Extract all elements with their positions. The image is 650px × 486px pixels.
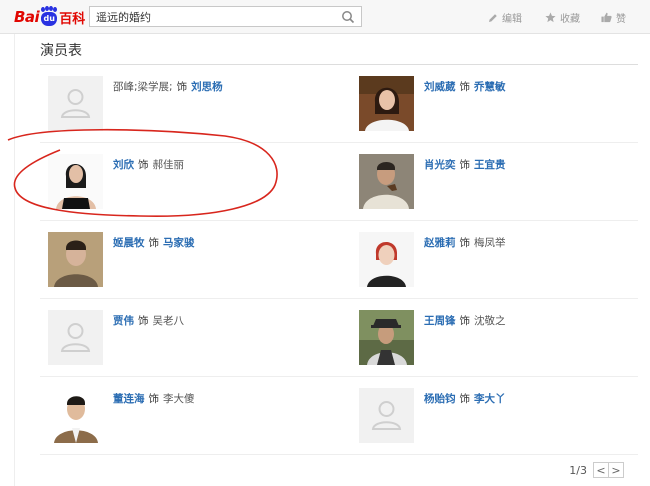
actor-photo[interactable]: [48, 232, 103, 287]
avatar-placeholder-icon[interactable]: [48, 310, 103, 365]
character-name[interactable]: 李大丫: [474, 393, 506, 405]
cast-member: 邵峰;梁学展; 饰刘思杨: [48, 76, 338, 152]
actor-name[interactable]: 刘威葳: [424, 81, 456, 93]
role-separator: 饰: [459, 159, 471, 171]
logo-du-text: du: [41, 12, 58, 26]
character-name: 沈敬之: [474, 315, 506, 327]
actor-name[interactable]: 王周锋: [424, 315, 456, 327]
role-separator: 饰: [459, 315, 471, 327]
character-name[interactable]: 王宜贵: [474, 159, 506, 171]
actor-photo[interactable]: [48, 154, 103, 209]
character-name: 吴老八: [152, 315, 185, 327]
avatar-placeholder-icon[interactable]: [48, 76, 103, 131]
role-separator: 饰: [459, 81, 471, 93]
role-separator: 饰: [148, 393, 160, 405]
cast-credit: 邵峰;梁学展; 饰刘思杨: [113, 79, 223, 94]
row-divider: [40, 298, 638, 299]
cast-credit: 刘欣饰郝佳丽: [113, 157, 184, 172]
actor-name[interactable]: 赵雅莉: [424, 237, 456, 249]
prev-page-button[interactable]: <: [593, 462, 609, 478]
cast-credit: 杨贻钧饰李大丫: [424, 391, 506, 406]
search-icon[interactable]: [341, 10, 355, 24]
actor-photo[interactable]: [359, 154, 414, 209]
cast-credit: 姬晨牧饰马家骏: [113, 235, 195, 250]
logo-baike-text: 百科: [59, 11, 86, 27]
pencil-icon: [489, 13, 497, 22]
top-bar: Bai du 百科 编辑 收藏 赞: [0, 0, 650, 34]
character-name[interactable]: 刘思杨: [191, 81, 223, 93]
role-separator: 饰: [176, 81, 188, 93]
cast-member: 杨贻钧饰李大丫: [359, 388, 649, 464]
like-button[interactable]: 赞: [601, 10, 626, 25]
baidu-baike-logo[interactable]: Bai du 百科: [14, 5, 85, 29]
row-divider: [40, 376, 638, 377]
actor-photo[interactable]: [48, 388, 103, 443]
actor-photo[interactable]: [359, 310, 414, 365]
favorite-button[interactable]: 收藏: [545, 10, 580, 25]
character-name: 梅凤举: [474, 237, 506, 249]
cast-member: 赵雅莉饰梅凤举: [359, 232, 649, 308]
logo-bai-text: Bai: [14, 8, 40, 26]
cast-section: 演员表 邵峰;梁学展; 饰刘思杨 刘威葳饰乔慧敏 刘欣饰郝佳丽 肖光奕饰王宜贵 姬晨牧饰马…: [14, 34, 638, 486]
role-separator: 饰: [148, 237, 160, 249]
actor-name: 邵峰;梁学展;: [113, 81, 173, 93]
role-separator: 饰: [138, 159, 149, 171]
actor-name[interactable]: 姬晨牧: [113, 237, 145, 249]
actor-name[interactable]: 刘欣: [113, 159, 134, 171]
section-title: 演员表: [40, 43, 82, 59]
title-divider: [40, 64, 638, 65]
cast-credit: 刘威葳饰乔慧敏: [424, 79, 506, 94]
cast-credit: 王周锋饰沈敬之: [424, 313, 506, 328]
cast-member: 姬晨牧饰马家骏: [48, 232, 338, 308]
role-separator: 饰: [459, 393, 471, 405]
row-divider: [40, 454, 638, 455]
cast-member: 刘威葳饰乔慧敏: [359, 76, 649, 152]
actor-name[interactable]: 杨贻钧: [424, 393, 456, 405]
cast-member: 肖光奕饰王宜贵: [359, 154, 649, 230]
search-box[interactable]: [89, 6, 362, 27]
like-label: 赞: [616, 14, 626, 25]
actor-photo[interactable]: [359, 76, 414, 131]
actor-name[interactable]: 董连海: [113, 393, 145, 405]
character-name[interactable]: 乔慧敏: [474, 81, 506, 93]
edit-label: 编辑: [502, 14, 522, 25]
cast-member: 王周锋饰沈敬之: [359, 310, 649, 386]
star-icon: [545, 12, 556, 23]
character-name: 郝佳丽: [152, 159, 185, 171]
favorite-label: 收藏: [560, 14, 580, 25]
cast-credit: 赵雅莉饰梅凤举: [424, 235, 506, 250]
cast-credit: 肖光奕饰王宜贵: [424, 157, 506, 172]
row-divider: [40, 142, 638, 143]
pagination: 1/3 < >: [569, 462, 624, 478]
edit-button[interactable]: 编辑: [488, 10, 522, 25]
row-divider: [40, 220, 638, 221]
cast-member: 董连海饰李大傻: [48, 388, 338, 464]
cast-member: 贾伟饰吴老八: [48, 310, 338, 386]
avatar-placeholder-icon[interactable]: [359, 388, 414, 443]
character-name: 李大傻: [163, 393, 195, 405]
actor-photo[interactable]: [359, 232, 414, 287]
page-indicator: 1/3: [569, 463, 587, 477]
paw-icon: du: [40, 6, 58, 27]
actor-name[interactable]: 肖光奕: [424, 159, 456, 171]
cast-credit: 贾伟饰吴老八: [113, 313, 184, 328]
search-input[interactable]: [90, 7, 330, 26]
thumbs-up-icon: [601, 12, 612, 23]
cast-credit: 董连海饰李大傻: [113, 391, 195, 406]
role-separator: 饰: [459, 237, 471, 249]
next-page-button[interactable]: >: [608, 462, 624, 478]
actor-name[interactable]: 贾伟: [113, 315, 134, 327]
character-name[interactable]: 马家骏: [163, 237, 195, 249]
cast-member: 刘欣饰郝佳丽: [48, 154, 338, 230]
role-separator: 饰: [138, 315, 149, 327]
